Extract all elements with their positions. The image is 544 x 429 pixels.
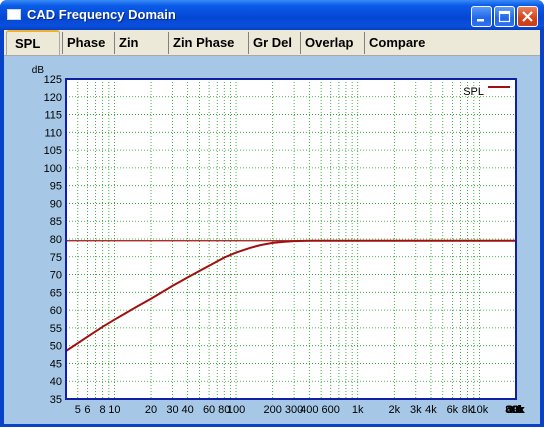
tab-zin-phase[interactable]: Zin Phase	[168, 32, 248, 54]
tab-compare[interactable]: Compare	[364, 32, 434, 54]
x-tick-label: 8	[100, 404, 106, 416]
x-tick-label: 60	[203, 404, 215, 416]
y-tick-label: 80	[50, 234, 62, 246]
y-axis-unit-label: dB	[32, 65, 45, 76]
y-tick-label: 75	[50, 252, 62, 264]
x-tick-label: 400	[300, 404, 318, 416]
y-tick-label: 105	[44, 145, 62, 157]
tab-bar: SPL Phase Zin Zin Phase Gr Del Overlap C…	[4, 30, 540, 55]
x-tick-label: 4k	[425, 404, 437, 416]
close-button[interactable]	[517, 6, 538, 27]
y-tick-label: 50	[50, 341, 62, 353]
x-tick-label: 20	[145, 404, 157, 416]
x-tick-label: 600	[322, 404, 340, 416]
x-tick-label: 5	[75, 404, 81, 416]
x-tick-label: 2k	[389, 404, 401, 416]
y-tick-label: 120	[44, 92, 62, 104]
y-tick-label: 60	[50, 305, 62, 317]
y-tick-label: 65	[50, 287, 62, 299]
x-tick-label: 6k	[447, 404, 459, 416]
x-tick-label: 6	[84, 404, 90, 416]
chart-panel: dB 125 120 115 110 105 100 95 90 85 80 75 70 65 60 55 5…	[4, 55, 540, 424]
app-window: CAD Frequency Domain SPL Phase Zin Zin P…	[0, 0, 544, 427]
y-tick-label: 95	[50, 181, 62, 193]
y-tick-label: 110	[44, 127, 62, 139]
close-icon	[522, 11, 533, 22]
tab-overlap[interactable]: Overlap	[300, 32, 364, 54]
y-tick-label: 70	[50, 270, 62, 282]
minimize-icon	[477, 19, 484, 22]
x-tick-label: 200	[264, 404, 282, 416]
tab-zin[interactable]: Zin	[114, 32, 166, 54]
y-tick-label: 45	[50, 358, 62, 370]
x-tick-label: 40	[182, 404, 194, 416]
y-tick-label: 40	[50, 376, 62, 388]
legend-label-spl: SPL	[463, 86, 484, 98]
title-bar[interactable]: CAD Frequency Domain	[0, 0, 544, 30]
app-icon	[7, 9, 21, 20]
y-tick-label: 85	[50, 216, 62, 228]
x-tick-label: 10	[108, 404, 120, 416]
minimize-button[interactable]	[471, 6, 492, 27]
x-tick-label: 10k	[471, 404, 489, 416]
client-area: SPL Phase Zin Zin Phase Gr Del Overlap C…	[4, 30, 540, 424]
y-tick-label: 35	[50, 394, 62, 406]
y-tick-label: 90	[50, 198, 62, 210]
y-tick-label: 125	[44, 74, 62, 86]
tab-spl[interactable]: SPL	[6, 30, 60, 55]
x-tick-labels: 5 6 8 10 20 30 40 60 80100 200 300400 600 1k 2k 3k 4k 6k…	[75, 404, 526, 416]
maximize-icon	[498, 10, 511, 23]
y-tick-label: 55	[50, 323, 62, 335]
x-tick-label: 3k	[410, 404, 422, 416]
y-tick-label: 115	[44, 110, 62, 122]
y-tick-labels: 125 120 115 110 105 100 95 90 85 80 75 70 65 60 55 50 45…	[44, 74, 62, 406]
window-title: CAD Frequency Domain	[27, 7, 176, 22]
x-tick-label: 30	[166, 404, 178, 416]
maximize-button[interactable]	[494, 6, 515, 27]
x-axis-unit-label: Hz	[512, 405, 524, 416]
tab-gr-del[interactable]: Gr Del	[248, 32, 300, 54]
tab-phase[interactable]: Phase	[62, 32, 114, 54]
y-tick-label: 100	[44, 163, 62, 175]
x-tick-label: 100	[227, 404, 245, 416]
x-tick-label: 1k	[352, 404, 364, 416]
spl-chart: dB 1251201151101051009590858075706560555…	[32, 65, 526, 416]
